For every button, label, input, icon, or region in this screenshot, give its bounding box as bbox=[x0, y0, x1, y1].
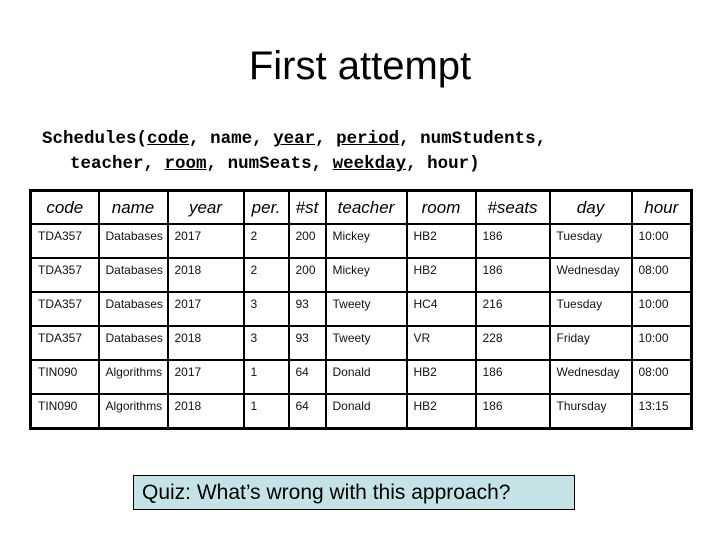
cell-day: Wednesday bbox=[548, 257, 633, 293]
cell-period: 2 bbox=[242, 223, 290, 259]
cell-room: HB2 bbox=[405, 257, 477, 293]
table-row: TIN090 Algorithms 2018 1 64 Donald HB2 186 Thurs… bbox=[29, 393, 693, 430]
cell-teacher: Mickey bbox=[324, 257, 408, 293]
cell-seats: 186 bbox=[474, 223, 551, 259]
cell-code: TDA357 bbox=[29, 291, 100, 327]
cell-year: 2017 bbox=[166, 359, 245, 395]
cell-room: HC4 bbox=[405, 291, 477, 327]
cell-year: 2018 bbox=[166, 393, 245, 430]
cell-students: 93 bbox=[287, 325, 327, 361]
header-code: code bbox=[29, 189, 100, 225]
relation-name: Schedules bbox=[42, 129, 137, 149]
cell-teacher: Tweety bbox=[324, 291, 408, 327]
schema-line-2: teacher, room, numSeats, weekday, hour) bbox=[70, 154, 480, 174]
cell-hour: 13:15 bbox=[630, 393, 693, 430]
cell-period: 3 bbox=[242, 291, 290, 327]
cell-name: Databases bbox=[97, 223, 169, 259]
attr-hour: hour bbox=[427, 154, 470, 174]
cell-code: TIN090 bbox=[29, 393, 100, 430]
cell-room: HB2 bbox=[405, 393, 477, 430]
cell-hour: 10:00 bbox=[630, 223, 693, 259]
attr-year: year bbox=[273, 129, 316, 149]
header-teacher: teacher bbox=[324, 189, 408, 225]
cell-year: 2018 bbox=[166, 325, 245, 361]
cell-year: 2017 bbox=[166, 223, 245, 259]
attr-name: name bbox=[210, 129, 253, 149]
cell-name: Algorithms bbox=[97, 359, 169, 395]
cell-day: Friday bbox=[548, 325, 633, 361]
header-hour: hour bbox=[630, 189, 693, 225]
cell-hour: 08:00 bbox=[630, 257, 693, 293]
header-name: name bbox=[97, 189, 169, 225]
cell-hour: 08:00 bbox=[630, 359, 693, 395]
cell-seats: 186 bbox=[474, 393, 551, 430]
cell-students: 64 bbox=[287, 393, 327, 430]
cell-code: TDA357 bbox=[29, 325, 100, 361]
quiz-box: Quiz: What’s wrong with this approach? bbox=[133, 475, 575, 510]
header-year: year bbox=[166, 189, 245, 225]
cell-day: Tuesday bbox=[548, 223, 633, 259]
attr-code: code bbox=[147, 129, 190, 149]
cell-hour: 10:00 bbox=[630, 325, 693, 361]
cell-period: 2 bbox=[242, 257, 290, 293]
header-period: per. bbox=[242, 189, 290, 225]
cell-students: 200 bbox=[287, 257, 327, 293]
slide-title: First attempt bbox=[248, 44, 472, 88]
cell-teacher: Mickey bbox=[324, 223, 408, 259]
attr-teacher: teacher bbox=[70, 154, 144, 174]
attr-period: period bbox=[336, 129, 400, 149]
cell-students: 200 bbox=[287, 223, 327, 259]
cell-room: VR bbox=[405, 325, 477, 361]
cell-name: Databases bbox=[97, 291, 169, 327]
table-row: TDA357 Databases 2018 3 93 Tweety VR 228 Friday 1… bbox=[29, 325, 693, 361]
cell-teacher: Tweety bbox=[324, 325, 408, 361]
cell-name: Databases bbox=[97, 257, 169, 293]
cell-teacher: Donald bbox=[324, 393, 408, 430]
cell-code: TIN090 bbox=[29, 359, 100, 395]
cell-teacher: Donald bbox=[324, 359, 408, 395]
table-row: TDA357 Databases 2018 2 200 Mickey HB2 186 Wedne… bbox=[29, 257, 693, 293]
header-seats: #seats bbox=[474, 189, 551, 225]
cell-day: Tuesday bbox=[548, 291, 633, 327]
cell-room: HB2 bbox=[405, 359, 477, 395]
attr-numseats: numSeats bbox=[227, 154, 312, 174]
cell-period: 3 bbox=[242, 325, 290, 361]
cell-period: 1 bbox=[242, 359, 290, 395]
cell-room: HB2 bbox=[405, 223, 477, 259]
table-row: TDA357 Databases 2017 3 93 Tweety HC4 216 Tuesda… bbox=[29, 291, 693, 327]
schedules-table: code name year per. #st teacher room #se… bbox=[29, 189, 693, 430]
header-day: day bbox=[548, 189, 633, 225]
cell-name: Algorithms bbox=[97, 393, 169, 430]
cell-seats: 186 bbox=[474, 257, 551, 293]
header-room: room bbox=[405, 189, 477, 225]
cell-seats: 228 bbox=[474, 325, 551, 361]
cell-day: Thursday bbox=[548, 393, 633, 430]
cell-seats: 186 bbox=[474, 359, 551, 395]
cell-day: Wednesday bbox=[548, 359, 633, 395]
cell-period: 1 bbox=[242, 393, 290, 430]
schema-line-1: Schedules(code, name, year, period, numS… bbox=[42, 129, 547, 149]
cell-name: Databases bbox=[97, 325, 169, 361]
attr-numstudents: numStudents bbox=[420, 129, 536, 149]
cell-year: 2018 bbox=[166, 257, 245, 293]
header-students: #st bbox=[287, 189, 327, 225]
cell-seats: 216 bbox=[474, 291, 551, 327]
table-row: TIN090 Algorithms 2017 1 64 Donald HB2 186 Wedne… bbox=[29, 359, 693, 395]
table-header-row: code name year per. #st teacher room #se… bbox=[29, 189, 693, 225]
cell-year: 2017 bbox=[166, 291, 245, 327]
cell-students: 64 bbox=[287, 359, 327, 395]
attr-weekday: weekday bbox=[332, 154, 407, 174]
table-row: TDA357 Databases 2017 2 200 Mickey HB2 186 Tuesd… bbox=[29, 223, 693, 259]
cell-hour: 10:00 bbox=[630, 291, 693, 327]
relation-schema: Schedules(code, name, year, period, numS… bbox=[42, 127, 546, 177]
cell-code: TDA357 bbox=[29, 257, 100, 293]
cell-students: 93 bbox=[287, 291, 327, 327]
cell-code: TDA357 bbox=[29, 223, 100, 259]
attr-room: room bbox=[164, 154, 207, 174]
